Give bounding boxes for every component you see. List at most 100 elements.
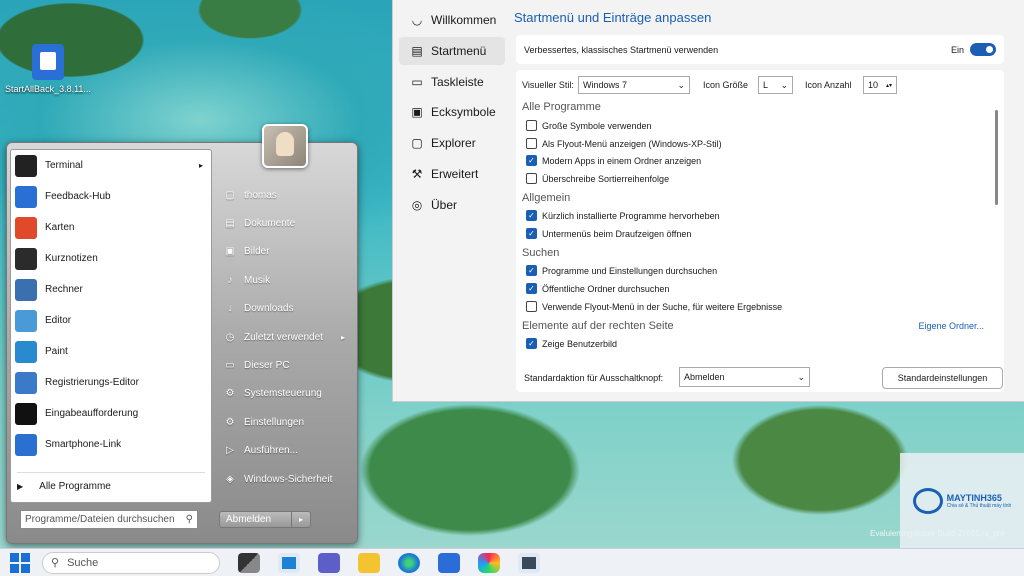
places-item[interactable]: ◈ Windows-Sicherheit: [215, 465, 355, 493]
checkbox-icon[interactable]: ✓: [526, 338, 537, 349]
program-item[interactable]: Terminal ▸: [11, 150, 211, 181]
nav-item[interactable]: ▣ Ecksymbole: [399, 98, 505, 126]
places-item[interactable]: ↓ Downloads: [215, 295, 355, 323]
program-item[interactable]: Registrierungs-Editor: [11, 367, 211, 398]
program-item[interactable]: Eingabeaufforderung: [11, 398, 211, 429]
custom-folders-link[interactable]: Eigene Ordner...: [918, 321, 984, 331]
icon-count-label: Icon Anzahl: [805, 80, 852, 90]
option-checkbox[interactable]: Überschreibe Sortierreihenfolge: [526, 173, 669, 184]
checkbox-icon[interactable]: [526, 120, 537, 131]
places-item[interactable]: ◷ Zuletzt verwendet ▸: [215, 323, 355, 351]
checkbox-icon[interactable]: [526, 301, 537, 312]
shutdown-dropdown-icon[interactable]: ▸: [292, 512, 310, 527]
option-checkbox[interactable]: ✓ Öffentliche Ordner durchsuchen: [526, 283, 669, 294]
pc-icon: ▭: [225, 360, 235, 372]
classic-menu-toggle[interactable]: [970, 43, 996, 56]
option-checkbox[interactable]: Große Symbole verwenden: [526, 120, 652, 131]
checkbox-icon[interactable]: ✓: [526, 265, 537, 276]
startallback-settings-window: ◡ Willkommen ▤ Startmenü ▭ Taskleiste ▣ Ecksymb…: [392, 0, 1024, 402]
option-checkbox[interactable]: ✓ Programme und Einstellungen durchsuchen: [526, 265, 717, 276]
shutdown-label[interactable]: Abmelden: [220, 512, 292, 527]
visual-style-value: Windows 7: [583, 80, 628, 90]
registry-icon: [15, 371, 37, 394]
download-icon: ↓: [227, 303, 233, 315]
nav-item[interactable]: ▤ Startmenü: [399, 36, 505, 65]
program-label: Feedback-Hub: [45, 191, 111, 202]
section-all-programs: Alle Programme: [522, 101, 601, 113]
brand-tagline: Chia sẻ & Thủ thuật máy tính: [946, 502, 1012, 509]
shutdown-action-value: Abmelden: [684, 372, 725, 382]
places-item[interactable]: ⚙ Systemsteuerung: [215, 380, 355, 408]
option-checkbox[interactable]: ✓ Modern Apps in einem Ordner anzeigen: [526, 155, 701, 166]
startallback-icon[interactable]: [518, 552, 540, 573]
task-view-icon[interactable]: [238, 552, 260, 573]
taskbar-search-placeholder: Suche: [67, 556, 99, 569]
checkbox-icon[interactable]: ✓: [526, 228, 537, 239]
checkbox-icon[interactable]: [526, 138, 537, 149]
option-checkbox[interactable]: ✓ Kürzlich installierte Programme hervorh…: [526, 210, 720, 221]
chevron-right-icon: ▶: [17, 482, 24, 491]
run-icon: ▷: [226, 445, 234, 457]
start-menu-programs-pane: Terminal ▸ Feedback-Hub Karten Kurznotizen Re…: [10, 149, 212, 503]
shutdown-action-select[interactable]: Abmelden ⌄: [679, 367, 810, 387]
nav-item[interactable]: ◡ Willkommen: [399, 6, 505, 34]
pictures-icon: ▣: [225, 246, 235, 258]
shutdown-action-label: Standardaktion für Ausschaltknopf:: [524, 373, 664, 383]
file-explorer-icon[interactable]: [358, 552, 380, 573]
program-item[interactable]: Paint: [11, 336, 211, 367]
stepper-arrows-icon[interactable]: ▴▾: [886, 82, 892, 89]
program-item[interactable]: Editor: [11, 305, 211, 336]
edge-icon[interactable]: [398, 552, 420, 573]
nav-item[interactable]: ◎ Über: [399, 191, 505, 219]
all-programs-item[interactable]: ▶ Alle Programme: [15, 481, 111, 492]
option-checkbox[interactable]: Verwende Flyout-Menü in der Suche, für w…: [526, 301, 782, 312]
places-label: Bilder: [244, 246, 270, 258]
program-item[interactable]: Kurznotizen: [11, 243, 211, 274]
checkbox-icon[interactable]: [526, 173, 537, 184]
checkbox-icon[interactable]: ✓: [526, 283, 537, 294]
places-item[interactable]: ▭ Dieser PC: [215, 351, 355, 379]
program-item[interactable]: Smartphone-Link: [11, 429, 211, 460]
options-card: Visueller Stil: Windows 7 ⌄ Icon Größe L ⌄…: [516, 70, 1004, 392]
option-checkbox[interactable]: ✓ Untermenüs beim Draufzeigen öffnen: [526, 228, 691, 239]
places-item[interactable]: ⚙ Einstellungen: [215, 408, 355, 436]
program-item[interactable]: Feedback-Hub: [11, 181, 211, 212]
paint-icon: [15, 340, 37, 363]
taskbar-search-input[interactable]: ⚲ Suche: [42, 551, 220, 574]
chevron-down-icon: ⌄: [780, 79, 788, 90]
checkbox-label: Große Symbole verwenden: [542, 120, 652, 131]
avatar[interactable]: [262, 124, 308, 168]
nav-item[interactable]: ▭ Taskleiste: [399, 68, 505, 96]
nav-item[interactable]: ▢ Explorer: [399, 129, 505, 157]
icon-count-stepper[interactable]: 10 ▴▾: [863, 76, 897, 94]
teams-icon[interactable]: [318, 552, 340, 573]
start-search-input[interactable]: Programme/Dateien durchsuchen ⚲: [20, 510, 198, 529]
option-checkbox[interactable]: Als Flyout-Menü anzeigen (Windows-XP-Sti…: [526, 138, 722, 149]
brand-name: MAYTINH365: [946, 492, 1002, 503]
icon-size-select[interactable]: L ⌄: [758, 76, 793, 94]
places-item[interactable]: ▢ thomas: [215, 181, 355, 209]
places-item[interactable]: ♪ Musik: [215, 266, 355, 294]
program-item[interactable]: Rechner: [11, 274, 211, 305]
nav-item[interactable]: ⚒ Erweitert: [399, 160, 505, 188]
shutdown-button[interactable]: Abmelden ▸: [219, 511, 311, 528]
checkbox-icon[interactable]: ✓: [526, 210, 537, 221]
desktop-icon-startallback[interactable]: StartAllBack_3.8.11...: [4, 44, 92, 94]
widgets-icon[interactable]: [278, 552, 300, 573]
places-item[interactable]: ▤ Dokumente: [215, 209, 355, 237]
places-item[interactable]: ▣ Bilder: [215, 238, 355, 266]
program-item[interactable]: Karten: [11, 212, 211, 243]
store-icon[interactable]: [438, 552, 460, 573]
places-item[interactable]: ▷ Ausführen...: [215, 437, 355, 465]
defaults-button[interactable]: Standardeinstellungen: [882, 367, 1003, 389]
windows-start-icon[interactable]: [10, 552, 30, 573]
option-checkbox[interactable]: ✓ Zeige Benutzerbild: [526, 338, 617, 349]
visual-style-select[interactable]: Windows 7 ⌄: [578, 76, 690, 94]
checkbox-icon[interactable]: ✓: [526, 155, 537, 166]
tray-icon: ▣: [411, 105, 423, 120]
checkbox-label: Kürzlich installierte Programme hervorhe…: [542, 210, 720, 221]
scrollbar[interactable]: [995, 110, 998, 205]
classic-menu-label: Verbessertes, klassisches Startmenü verw…: [524, 44, 719, 55]
start-menu: Terminal ▸ Feedback-Hub Karten Kurznotizen Re…: [6, 142, 358, 544]
copilot-icon[interactable]: [478, 552, 500, 573]
